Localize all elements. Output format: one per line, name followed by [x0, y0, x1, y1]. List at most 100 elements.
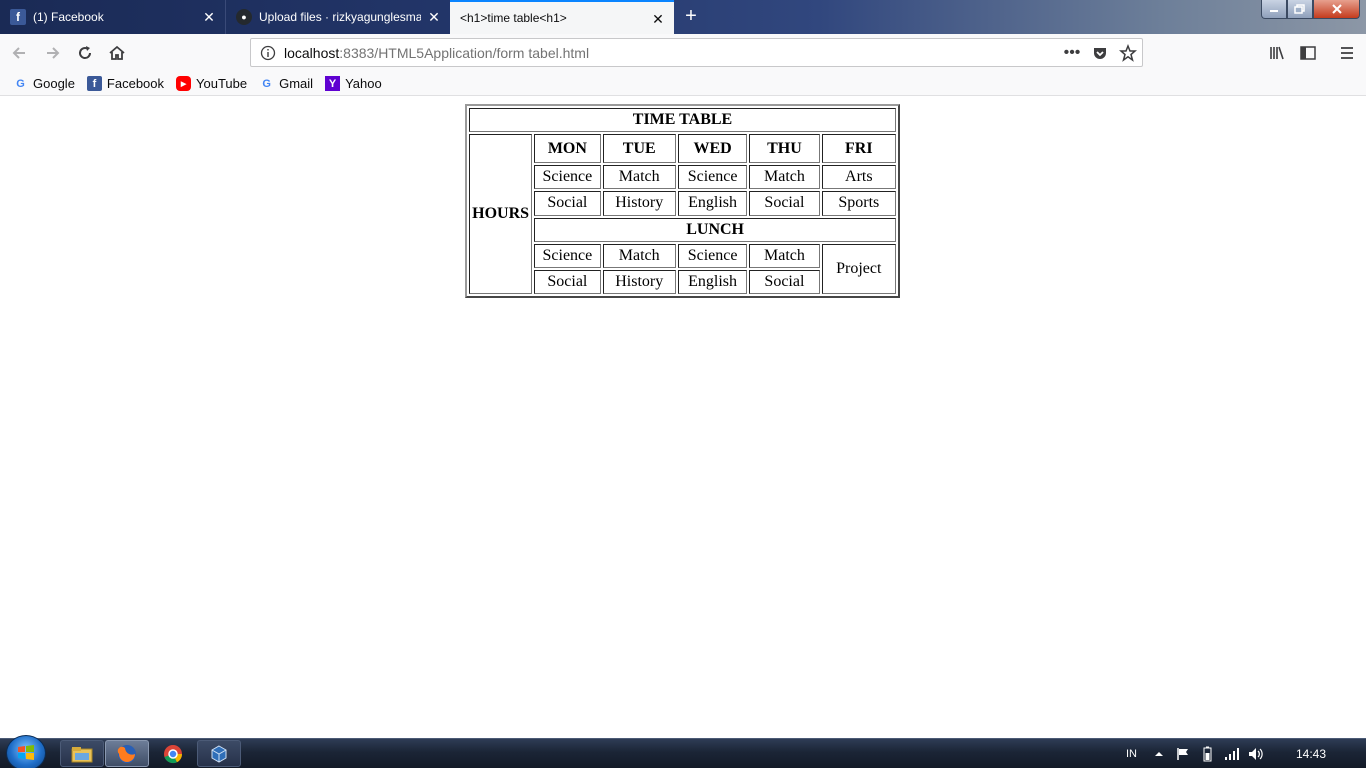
library-button[interactable]: [1264, 41, 1290, 65]
forward-button[interactable]: [40, 41, 66, 65]
bookmark-youtube[interactable]: ▶ YouTube: [176, 76, 247, 91]
info-icon[interactable]: [258, 43, 278, 63]
table-cell: Social: [534, 191, 601, 216]
page-content: TIME TABLE HOURS MON TUE WED THU FRI Sci…: [0, 96, 1366, 738]
forward-arrow-icon: [47, 47, 60, 59]
tab-title: <h1>time table<h1>: [460, 11, 567, 25]
day-header-mon: MON: [534, 134, 601, 164]
youtube-icon: ▶: [176, 76, 192, 91]
time-table: TIME TABLE HOURS MON TUE WED THU FRI Sci…: [465, 104, 900, 298]
table-cell: Science: [677, 243, 748, 268]
reload-button[interactable]: [72, 41, 98, 65]
bookmark-facebook[interactable]: f Facebook: [86, 76, 165, 91]
bookmark-gmail[interactable]: G Gmail: [259, 76, 313, 91]
taskbar-explorer[interactable]: [60, 740, 104, 767]
pocket-icon[interactable]: [1090, 43, 1110, 63]
table-row: Science Match Science Match Project: [469, 243, 896, 294]
url-host: localhost: [284, 44, 340, 61]
sidebar-icon: [1300, 46, 1316, 60]
bookmark-label: Yahoo: [345, 76, 382, 91]
day-header-wed: WED: [677, 134, 748, 164]
close-icon[interactable]: ✕: [650, 11, 666, 27]
chrome-icon: [164, 744, 183, 763]
close-icon[interactable]: ✕: [426, 9, 442, 25]
project-cell: Project: [821, 243, 896, 294]
bookmark-yahoo[interactable]: Y Yahoo: [325, 76, 382, 91]
windows-logo-icon: [18, 745, 34, 760]
action-center-flag-icon[interactable]: [1176, 739, 1190, 768]
table-cell: Social: [749, 191, 820, 216]
bookmark-label: Facebook: [106, 76, 165, 91]
github-icon: ●: [236, 9, 252, 25]
firefox-icon: [117, 744, 136, 763]
minimize-button[interactable]: [1261, 0, 1287, 19]
back-arrow-icon: [12, 47, 25, 59]
language-indicator[interactable]: IN: [1126, 739, 1137, 768]
table-cell: Science: [534, 243, 601, 268]
day-header-tue: TUE: [602, 134, 676, 164]
table-cell: Social: [749, 269, 820, 294]
chevron-up-icon: [1155, 752, 1163, 756]
table-cell: English: [677, 269, 748, 294]
start-button[interactable]: [6, 735, 46, 768]
bookmark-label: Gmail: [279, 76, 314, 91]
table-cell: History: [602, 269, 676, 294]
taskbar-firefox[interactable]: [105, 740, 149, 767]
yahoo-icon: Y: [325, 76, 341, 91]
bookmark-label: Google: [33, 76, 75, 91]
restore-button[interactable]: [1287, 0, 1313, 19]
table-cell: English: [677, 191, 748, 216]
table-row: Science Match Science Match Arts: [469, 165, 896, 190]
url-bar[interactable]: localhost:8383/HTML5Application/form tab…: [250, 38, 1143, 67]
lunch-row: LUNCH: [534, 217, 896, 242]
window-close-button[interactable]: [1313, 0, 1360, 19]
taskbar-chrome[interactable]: [151, 740, 195, 767]
table-cell: Match: [749, 243, 820, 268]
table-cell: Sports: [821, 191, 896, 216]
hours-header: HOURS: [469, 134, 533, 294]
google-icon: G: [262, 77, 271, 90]
day-header-thu: THU: [749, 134, 820, 164]
table-title: TIME TABLE: [469, 108, 896, 133]
home-icon: [109, 45, 125, 60]
tab-facebook[interactable]: f (1) Facebook ✕: [0, 0, 225, 34]
new-tab-button[interactable]: +: [680, 5, 702, 27]
url-text[interactable]: localhost:8383/HTML5Application/form tab…: [284, 45, 589, 61]
tab-bar: f (1) Facebook ✕ ● Upload files · rizkya…: [0, 0, 1366, 34]
sidebar-button[interactable]: [1295, 41, 1321, 65]
table-cell: Science: [534, 165, 601, 190]
clock[interactable]: 14:43: [1296, 739, 1326, 768]
restore-icon: [1294, 4, 1305, 14]
table-cell: Match: [602, 243, 676, 268]
close-icon: [1331, 4, 1342, 14]
day-header-fri: FRI: [821, 134, 896, 164]
google-icon: G: [16, 77, 25, 90]
table-row: Social History English Social Sports: [469, 191, 896, 216]
network-signal-icon[interactable]: [1224, 739, 1240, 768]
windows-explorer-icon: [71, 746, 93, 762]
back-button[interactable]: [6, 41, 32, 65]
home-button[interactable]: [104, 41, 130, 65]
bookmark-star-icon[interactable]: [1118, 43, 1138, 63]
navigation-toolbar: localhost:8383/HTML5Application/form tab…: [0, 34, 1366, 72]
bookmark-label: YouTube: [196, 76, 248, 91]
volume-icon[interactable]: [1248, 739, 1264, 768]
page-actions-icon[interactable]: •••: [1062, 43, 1082, 63]
close-icon[interactable]: ✕: [201, 9, 217, 25]
tab-title: Upload files · rizkyagunglesmana: [259, 10, 421, 24]
bookmarks-toolbar: G Google f Facebook ▶ YouTube G Gmail Y …: [0, 72, 1366, 96]
facebook-icon: f: [10, 9, 26, 25]
minimize-icon: [1270, 10, 1278, 12]
reload-icon: [79, 46, 92, 59]
table-cell: Arts: [821, 165, 896, 190]
tab-time-table[interactable]: <h1>time table<h1> ✕: [450, 0, 674, 34]
bookmark-google[interactable]: G Google: [13, 76, 75, 91]
hamburger-menu-icon: [1341, 47, 1353, 59]
library-icon: [1270, 46, 1284, 60]
url-path: :8383/HTML5Application/form tabel.html: [339, 44, 590, 61]
tab-upload-files[interactable]: ● Upload files · rizkyagunglesmana ✕: [225, 0, 450, 34]
taskbar-virtualbox[interactable]: [197, 740, 241, 767]
show-hidden-icons-button[interactable]: [1154, 739, 1164, 768]
menu-button[interactable]: [1334, 41, 1360, 65]
battery-icon[interactable]: [1202, 739, 1212, 768]
